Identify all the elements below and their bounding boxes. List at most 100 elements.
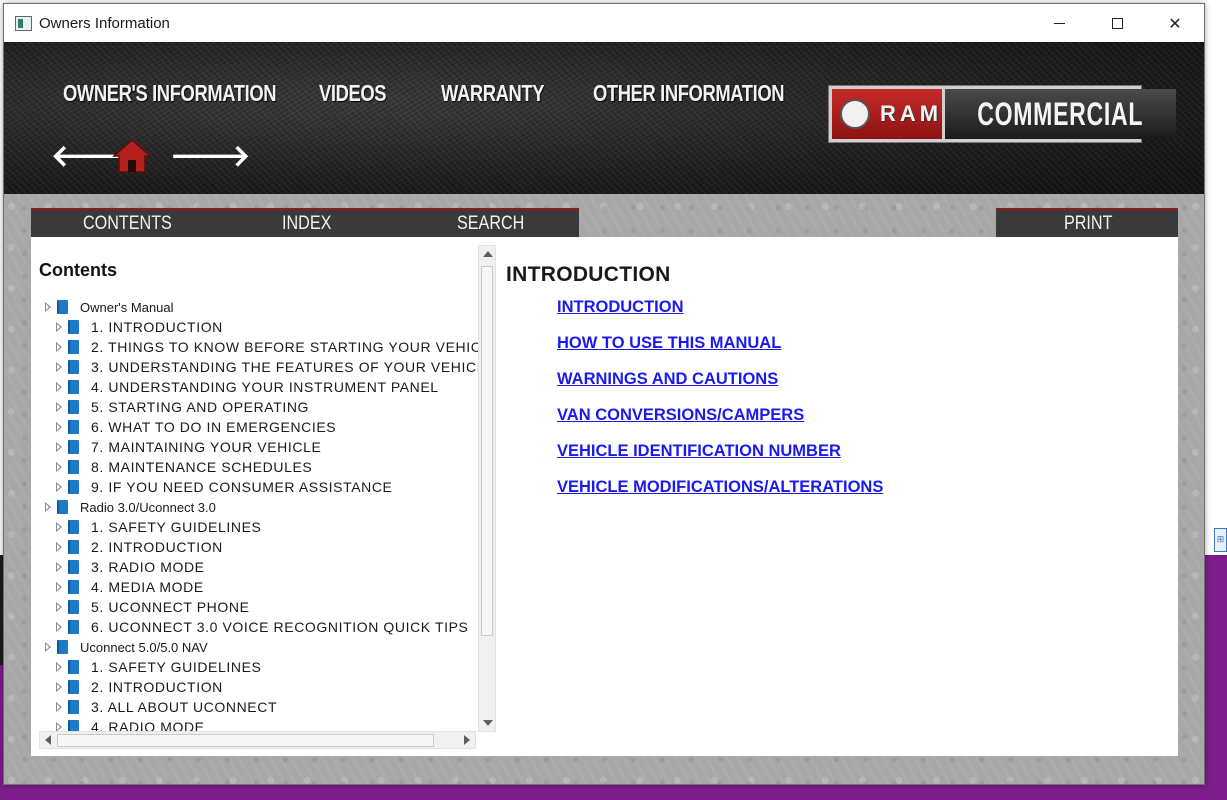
toc-item[interactable]: 7. MAINTAINING YOUR VEHICLE (56, 437, 321, 457)
toc-item-label: 6. UCONNECT 3.0 VOICE RECOGNITION QUICK … (91, 619, 469, 635)
scroll-down-icon[interactable] (483, 720, 493, 726)
scroll-up-icon[interactable] (483, 251, 493, 257)
expand-arrow-icon[interactable] (56, 402, 62, 412)
link-vehicle-identification-number[interactable]: VEHICLE IDENTIFICATION NUMBER (557, 442, 841, 461)
close-button[interactable]: ✕ (1146, 4, 1204, 42)
home-icon[interactable] (112, 138, 152, 174)
expand-arrow-icon[interactable] (56, 342, 62, 352)
page-title: INTRODUCTION (506, 263, 671, 286)
expand-arrow-icon[interactable] (56, 422, 62, 432)
toc-item[interactable]: 4. UNDERSTANDING YOUR INSTRUMENT PANEL (56, 377, 439, 397)
back-arrow-icon[interactable]: 🡐 (51, 142, 131, 172)
toc-item[interactable]: 1. INTRODUCTION (56, 317, 223, 337)
toc-item[interactable]: 2. INTRODUCTION (56, 677, 223, 697)
toc-item[interactable]: 8. MAINTENANCE SCHEDULES (56, 457, 312, 477)
expand-arrow-icon[interactable] (56, 362, 62, 372)
toc-item[interactable]: 5. UCONNECT PHONE (56, 597, 250, 617)
nav-other-information[interactable]: OTHER INFORMATION (593, 80, 785, 107)
expand-arrow-icon[interactable] (56, 462, 62, 472)
toc-item[interactable]: 9. IF YOU NEED CONSUMER ASSISTANCE (56, 477, 393, 497)
link-how-to-use-this-manual[interactable]: HOW TO USE THIS MANUAL (557, 334, 781, 353)
scroll-left-icon[interactable] (45, 735, 51, 745)
scroll-right-icon[interactable] (464, 735, 470, 745)
toc-item[interactable]: 2. THINGS TO KNOW BEFORE STARTING YOUR V… (56, 337, 478, 357)
toc-item[interactable]: 6. WHAT TO DO IN EMERGENCIES (56, 417, 336, 437)
toc-item[interactable]: 1. SAFETY GUIDELINES (56, 657, 261, 677)
book-icon (68, 700, 79, 714)
toc-horizontal-scrollbar[interactable] (39, 731, 476, 749)
nav-warranty[interactable]: WARRANTY (441, 80, 545, 107)
toc-item[interactable]: 6. UCONNECT 3.0 VOICE RECOGNITION QUICK … (56, 617, 469, 637)
main-content: INTRODUCTION INTRODUCTION HOW TO USE THI… (506, 237, 1178, 756)
desktop-icon[interactable]: ⊞ (1214, 528, 1227, 552)
book-icon (68, 460, 79, 474)
commercial-badge: COMMERCIAL (945, 89, 1176, 139)
expand-arrow-icon[interactable] (56, 542, 62, 552)
nav-videos[interactable]: VIDEOS (319, 80, 387, 107)
tab-index[interactable]: INDEX (282, 213, 331, 235)
expand-arrow-icon[interactable] (45, 642, 51, 652)
forward-arrow-icon[interactable]: 🡒 (170, 142, 250, 172)
expand-arrow-icon[interactable] (56, 382, 62, 392)
expand-arrow-icon[interactable] (56, 602, 62, 612)
expand-arrow-icon[interactable] (56, 482, 62, 492)
toc-item-label: 3. RADIO MODE (91, 559, 205, 575)
book-icon (68, 400, 79, 414)
toc-item-label: 1. SAFETY GUIDELINES (91, 659, 262, 675)
tab-contents[interactable]: CONTENTS (83, 213, 172, 235)
expand-arrow-icon[interactable] (56, 622, 62, 632)
expand-arrow-icon[interactable] (45, 502, 51, 512)
toc-item-label: 8. MAINTENANCE SCHEDULES (91, 459, 313, 475)
link-vehicle-modifications-alterations[interactable]: VEHICLE MODIFICATIONS/ALTERATIONS (557, 478, 883, 497)
toc-item[interactable]: 3. RADIO MODE (56, 557, 205, 577)
toc-item[interactable]: Radio 3.0/Uconnect 3.0 (45, 497, 216, 517)
toc-item-label: 4. UNDERSTANDING YOUR INSTRUMENT PANEL (91, 379, 439, 395)
toc-item-label: 3. ALL ABOUT UCONNECT (91, 699, 278, 715)
content-area: CONTENTS INDEX SEARCH PRINT Contents Own… (4, 194, 1204, 784)
title-bar[interactable]: Owners Information ✕ (4, 4, 1204, 42)
book-icon (68, 660, 79, 674)
toc-vertical-scrollbar[interactable] (478, 245, 496, 732)
header-banner: OWNER'S INFORMATION VIDEOS WARRANTY OTHE… (4, 42, 1204, 194)
maximize-button[interactable] (1088, 4, 1146, 42)
toc-item[interactable]: 5. STARTING AND OPERATING (56, 397, 309, 417)
expand-arrow-icon[interactable] (56, 322, 62, 332)
link-warnings-and-cautions[interactable]: WARNINGS AND CAUTIONS (557, 370, 778, 389)
app-window: Owners Information ✕ OWNER'S INFORMATION… (3, 3, 1205, 785)
book-icon (68, 480, 79, 494)
toc-item[interactable]: Uconnect 5.0/5.0 NAV (45, 637, 208, 657)
expand-arrow-icon[interactable] (56, 582, 62, 592)
link-van-conversions-campers[interactable]: VAN CONVERSIONS/CAMPERS (557, 406, 804, 425)
expand-arrow-icon[interactable] (56, 442, 62, 452)
toc-item[interactable]: 1. SAFETY GUIDELINES (56, 517, 261, 537)
toc-item[interactable]: Owner's Manual (45, 297, 174, 317)
book-icon (57, 300, 68, 314)
book-icon (68, 320, 79, 334)
expand-arrow-icon[interactable] (45, 302, 51, 312)
toc-item[interactable]: 3. UNDERSTANDING THE FEATURES OF YOUR VE… (56, 357, 478, 377)
horizontal-scroll-thumb[interactable] (57, 734, 434, 747)
minimize-button[interactable] (1030, 4, 1088, 42)
vertical-scroll-thumb[interactable] (481, 266, 493, 636)
expand-arrow-icon[interactable] (56, 702, 62, 712)
expand-arrow-icon[interactable] (56, 682, 62, 692)
link-introduction[interactable]: INTRODUCTION (557, 298, 684, 317)
content-panel: Contents Owner's Manual 1. INTRODUCTION 2.… (31, 237, 1178, 756)
tab-search[interactable]: SEARCH (457, 213, 524, 235)
window-controls: ✕ (1030, 4, 1204, 42)
ram-wordmark: RAM (880, 101, 943, 126)
toc-item[interactable]: 4. MEDIA MODE (56, 577, 204, 597)
toc-item-label: 2. THINGS TO KNOW BEFORE STARTING YOUR V… (91, 339, 478, 355)
print-bar[interactable]: PRINT (996, 208, 1178, 237)
toc-item-label: 2. INTRODUCTION (91, 539, 223, 555)
expand-arrow-icon[interactable] (56, 662, 62, 672)
nav-owners-information[interactable]: OWNER'S INFORMATION (63, 80, 277, 107)
minimize-icon (1053, 22, 1065, 24)
toc-item-label: 3. UNDERSTANDING THE FEATURES OF YOUR VE… (91, 359, 478, 375)
toc-item[interactable]: 3. ALL ABOUT UCONNECT (56, 697, 277, 717)
print-button[interactable]: PRINT (1064, 213, 1112, 235)
expand-arrow-icon[interactable] (56, 562, 62, 572)
toc-item[interactable]: 2. INTRODUCTION (56, 537, 223, 557)
book-icon (68, 360, 79, 374)
expand-arrow-icon[interactable] (56, 522, 62, 532)
